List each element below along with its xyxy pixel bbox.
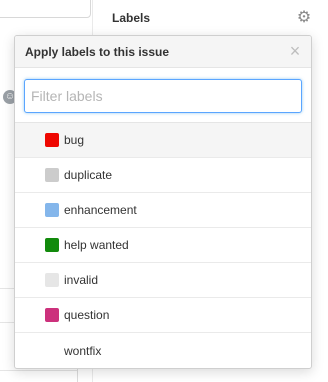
popover-title: Apply labels to this issue (25, 45, 170, 59)
label-name: question (64, 308, 110, 322)
label-name: invalid (64, 273, 99, 287)
background-text-box (0, 0, 91, 18)
popover-header: Apply labels to this issue × (15, 36, 311, 68)
label-color-swatch (45, 168, 59, 182)
label-color-swatch (45, 133, 59, 147)
label-item[interactable]: question (15, 298, 311, 333)
label-item[interactable]: bug (15, 123, 311, 158)
sidebar-labels-title: Labels (112, 11, 151, 25)
filter-labels-input[interactable] (24, 79, 302, 113)
label-name: enhancement (64, 203, 137, 217)
label-item[interactable]: help wanted (15, 228, 311, 263)
label-color-swatch (45, 273, 59, 287)
label-item[interactable]: enhancement (15, 193, 311, 228)
gear-icon[interactable]: ⚙ (296, 10, 312, 26)
label-name: wontfix (64, 343, 102, 358)
close-icon[interactable]: × (287, 42, 303, 60)
labels-popover: Apply labels to this issue × bug duplicat… (14, 35, 312, 369)
label-list: bug duplicate enhancement help wanted invali… (15, 123, 311, 368)
label-item[interactable]: duplicate (15, 158, 311, 193)
label-color-swatch (45, 343, 59, 358)
label-item[interactable]: invalid (15, 263, 311, 298)
divider (0, 370, 77, 371)
label-item[interactable]: wontfix (15, 333, 311, 368)
label-color-swatch (45, 238, 59, 252)
label-name: duplicate (64, 168, 113, 182)
label-color-swatch (45, 203, 59, 217)
label-name: help wanted (64, 238, 129, 252)
filter-section (15, 68, 311, 123)
page: ☺ Labels ⚙ Apply labels to this issue × … (0, 0, 328, 382)
label-name: bug (64, 133, 85, 147)
label-color-swatch (45, 308, 59, 322)
